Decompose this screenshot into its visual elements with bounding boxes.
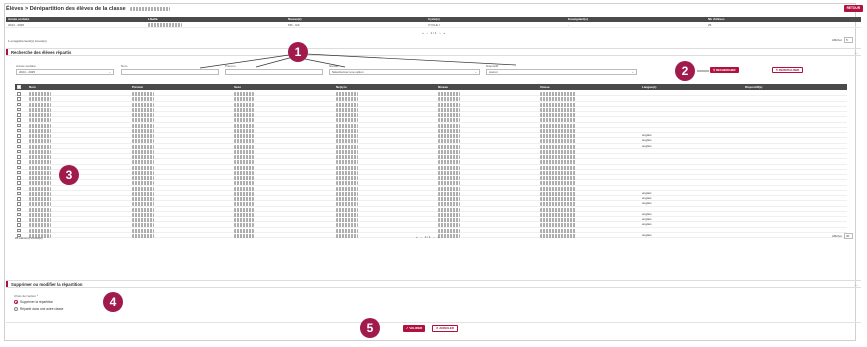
arrow-to-dispositif (305, 53, 517, 66)
callout-arrows (199, 53, 709, 72)
callout-3: 3 (59, 165, 79, 185)
arrow-to-niveau (299, 57, 346, 68)
callout-1: 1 (288, 42, 308, 62)
arrow-to-prenom (255, 56, 294, 68)
callout-2: 2 (675, 61, 695, 81)
callout-5: 5 (360, 318, 380, 338)
callout-4: 4 (103, 292, 123, 312)
